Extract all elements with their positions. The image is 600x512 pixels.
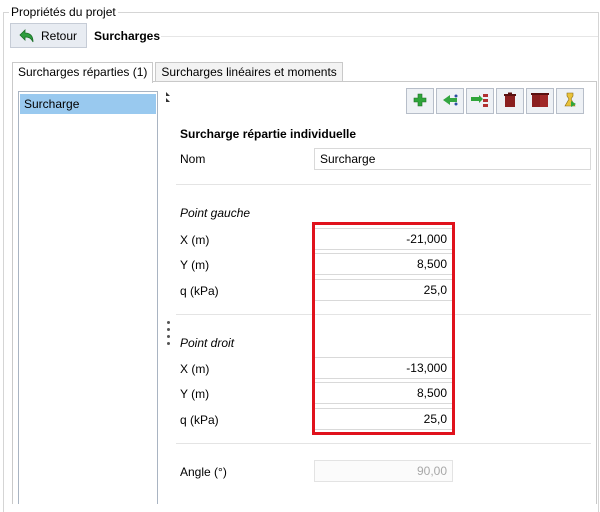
right-y-field[interactable]: 8,500 <box>314 382 453 404</box>
section-title: Surcharge répartie individuelle <box>180 127 357 141</box>
delete-all-button[interactable] <box>526 88 554 114</box>
left-x-label: X (m) <box>180 233 210 247</box>
divider <box>176 314 591 315</box>
load-list[interactable]: Surcharge <box>18 91 158 504</box>
right-y-label: Y (m) <box>180 387 210 401</box>
export-icon <box>562 92 578 111</box>
left-q-label: q (kPa) <box>180 284 219 298</box>
angle-field: 90,00 <box>314 460 453 482</box>
delete-button[interactable] <box>496 88 524 114</box>
add-icon <box>412 92 428 111</box>
import-icon <box>470 92 490 111</box>
left-point-title: Point gauche <box>180 206 251 220</box>
right-x-label: X (m) <box>180 362 210 376</box>
right-point-title: Point droit <box>180 336 235 350</box>
left-x-field[interactable]: -21,000 <box>314 228 453 250</box>
tab-linear-loads-moments[interactable]: Surcharges linéaires et moments <box>155 62 343 82</box>
page-title: Surcharges <box>94 29 161 43</box>
name-field[interactable]: Surcharge <box>314 148 591 170</box>
left-q-field[interactable]: 25,0 <box>314 279 453 301</box>
left-y-label: Y (m) <box>180 258 210 272</box>
export-button[interactable] <box>556 88 584 114</box>
name-label: Nom <box>180 152 206 166</box>
delete-all-icon <box>531 92 549 111</box>
toolbar <box>406 88 584 114</box>
delete-icon <box>502 92 518 111</box>
header-divider <box>161 36 598 37</box>
tab-distributed-loads[interactable]: Surcharges réparties (1) <box>12 62 154 83</box>
import-button[interactable] <box>466 88 494 114</box>
back-button-label: Retour <box>41 28 78 43</box>
splitter-handle[interactable] <box>165 321 171 353</box>
divider <box>176 443 591 444</box>
back-button[interactable]: Retour <box>10 23 87 48</box>
tab-strip: Surcharges réparties (1) Surcharges liné… <box>12 62 345 83</box>
right-q-label: q (kPa) <box>180 413 219 427</box>
duplicate-icon <box>441 92 459 111</box>
list-item-surcharge[interactable]: Surcharge <box>20 94 156 114</box>
back-arrow-icon <box>19 28 35 43</box>
left-y-field[interactable]: 8,500 <box>314 253 453 275</box>
right-q-field[interactable]: 25,0 <box>314 408 453 430</box>
right-x-field[interactable]: -13,000 <box>314 357 453 379</box>
angle-label: Angle (°) <box>180 465 227 479</box>
collapse-arrows-icon[interactable] <box>164 91 172 107</box>
group-title: Propriétés du projet <box>9 5 118 19</box>
divider <box>176 184 591 185</box>
duplicate-button[interactable] <box>436 88 464 114</box>
add-button[interactable] <box>406 88 434 114</box>
